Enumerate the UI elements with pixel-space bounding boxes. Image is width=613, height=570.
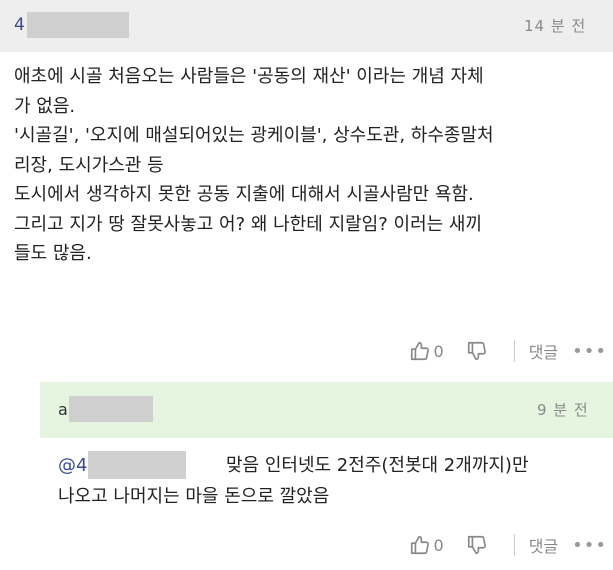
reply-mention[interactable]: @4	[58, 446, 187, 484]
dislike-button[interactable]	[466, 534, 488, 556]
reply-button[interactable]: 댓글	[529, 339, 558, 363]
reply-actions: 0 댓글 •••	[409, 530, 608, 560]
reply-text-line2: 나오고 나머지는 마을 돈으로 깔았음	[58, 486, 330, 507]
thumbs-down-icon	[467, 535, 486, 555]
divider	[513, 534, 515, 556]
reply-button[interactable]: 댓글	[529, 533, 558, 557]
like-button[interactable]: 0	[409, 534, 444, 556]
redacted-username	[26, 12, 129, 38]
thumbs-up-icon	[410, 341, 429, 361]
divider	[513, 340, 515, 362]
reply-time: 9 분 전	[537, 401, 589, 419]
mention-tag[interactable]: @4	[58, 455, 87, 476]
reply-author[interactable]: a	[58, 396, 153, 422]
reply-text-line1: 맞음 인터넷도 2전주(전봇대 2개까지)만	[226, 455, 529, 476]
thumbs-down-icon	[467, 341, 486, 361]
author-name[interactable]: 4	[14, 15, 25, 35]
reply-author-name[interactable]: a	[58, 400, 68, 419]
comment-author[interactable]: 4	[14, 12, 129, 38]
thumbs-up-icon	[410, 535, 429, 555]
comment-header: 4 14 분 전	[0, 0, 613, 52]
dislike-button[interactable]	[466, 340, 488, 362]
comment-body: 애초에 시골 처음오는 사람들은 '공동의 재산' 이라는 개념 자체 가 없음…	[14, 66, 494, 264]
comment-time: 14 분 전	[524, 17, 587, 35]
redacted-username	[88, 451, 187, 479]
redacted-username	[68, 396, 153, 422]
like-button[interactable]: 0	[409, 340, 444, 362]
more-options-icon[interactable]: •••	[572, 535, 607, 556]
more-options-icon[interactable]: •••	[572, 341, 607, 362]
reply-header: a 9 분 전	[40, 382, 613, 438]
like-count: 0	[433, 535, 444, 555]
like-count: 0	[433, 341, 444, 361]
comment-actions: 0 댓글 •••	[409, 336, 608, 366]
